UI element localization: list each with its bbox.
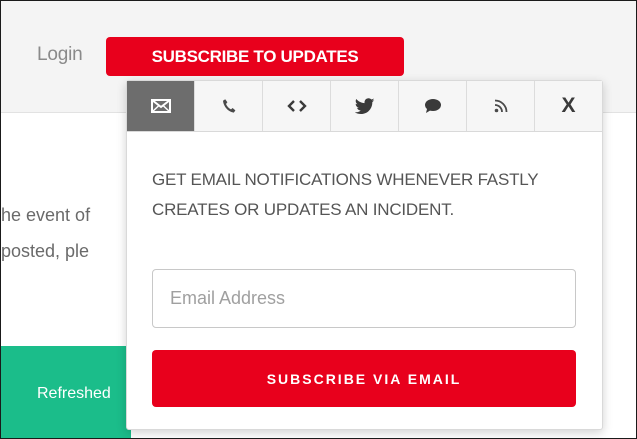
tab-webhook[interactable] <box>263 81 331 131</box>
page-frame: Login SUBSCRIBE TO UPDATES he event of p… <box>0 0 637 439</box>
tab-twitter[interactable] <box>331 81 399 131</box>
background-text-line: he event of <box>1 205 91 225</box>
tab-sms[interactable] <box>195 81 263 131</box>
envelope-icon <box>150 99 171 113</box>
subscribe-method-tabs: X <box>127 81 602 132</box>
email-address-input[interactable] <box>152 269 576 328</box>
subscribe-to-updates-button[interactable]: SUBSCRIBE TO UPDATES <box>106 37 404 76</box>
code-icon <box>286 100 307 112</box>
subscribe-via-email-button[interactable]: SUBSCRIBE VIA EMAIL <box>152 350 576 407</box>
rss-icon <box>494 99 507 113</box>
close-icon: X <box>561 94 576 117</box>
twitter-icon <box>354 98 374 114</box>
tab-rss[interactable] <box>467 81 535 131</box>
tab-email[interactable] <box>127 81 195 131</box>
login-link[interactable]: Login <box>37 44 83 66</box>
tab-close[interactable]: X <box>535 81 602 131</box>
subscribe-popover: X GET EMAIL NOTIFICATIONS WHENEVER FASTL… <box>126 80 603 430</box>
status-banner-text: Refreshed <box>37 385 111 402</box>
background-text-line: posted, ple <box>1 241 90 261</box>
tab-chat[interactable] <box>399 81 467 131</box>
phone-icon <box>222 99 235 113</box>
chat-bubble-icon <box>424 99 441 113</box>
subscribe-description: GET EMAIL NOTIFICATIONS WHENEVER FASTLY … <box>152 170 539 219</box>
